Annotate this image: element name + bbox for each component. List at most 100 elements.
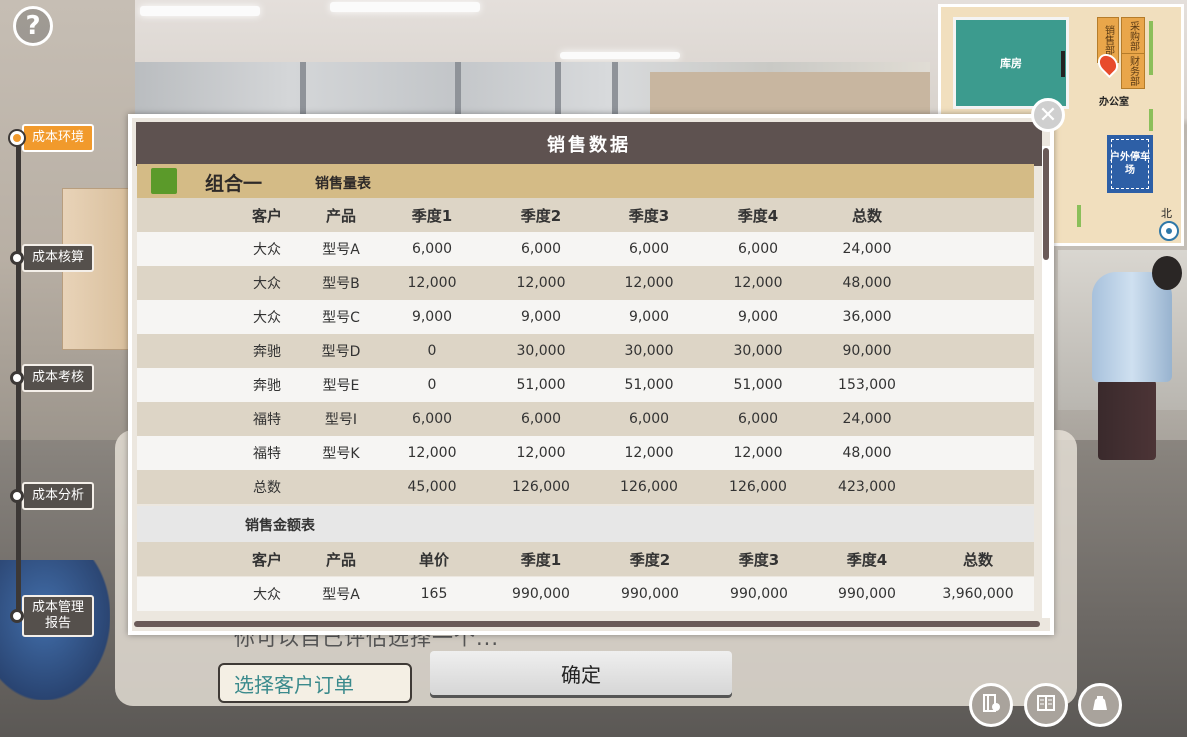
step-dot (10, 489, 24, 503)
table-cell: 24,000 (842, 411, 892, 427)
header-cell: 客户 (251, 206, 282, 225)
step-label: 成本考核 (22, 364, 95, 392)
step-dot (10, 609, 24, 623)
step-cost-report[interactable]: 成本管理 报告 (10, 595, 95, 637)
header-cell: 季度2 (520, 206, 562, 225)
step-cost-accounting[interactable]: 成本核算 (10, 244, 95, 272)
table-cell: 12,000 (733, 275, 783, 291)
volume-table-header: 客户 产品 季度1 季度2 季度3 季度4 总数 (137, 198, 1034, 232)
notebook-button[interactable] (969, 683, 1013, 727)
table-cell: 6,000 (628, 411, 670, 427)
header-cell: 季度4 (846, 550, 888, 569)
question-icon: ? (25, 11, 41, 41)
table-cell: 12,000 (516, 445, 566, 461)
header-cell: 季度3 (738, 550, 780, 569)
header-cell: 产品 (325, 550, 356, 569)
table-cell: 型号I (324, 412, 358, 428)
table-cell: 型号K (322, 446, 360, 462)
table-cell: 奔驰 (253, 344, 281, 360)
step-cost-assessment[interactable]: 成本考核 (10, 364, 95, 392)
table-cell: 126,000 (512, 479, 570, 495)
modal-content: 组合一 销售量表 客户 产品 季度1 季度2 季度3 季度4 总数 大众 型号A… (137, 164, 1034, 614)
table-row: 福特 型号K 12,000 12,000 12,000 12,000 48,00… (137, 436, 1034, 470)
minimap-wall (1149, 21, 1153, 75)
bag-button[interactable] (1078, 683, 1122, 727)
table-cell: 6,000 (411, 241, 453, 257)
table-cell: 奔驰 (253, 378, 281, 394)
group-color-swatch (151, 168, 177, 194)
table-cell: 90,000 (842, 343, 892, 359)
help-button[interactable]: ? (13, 6, 53, 46)
back-wall (650, 72, 930, 114)
table-cell: 9,000 (411, 309, 453, 325)
table-cell: 6,000 (628, 241, 670, 257)
table-cell: 6,000 (737, 241, 779, 257)
table-row: 大众 型号A 165 990,000 990,000 990,000 990,0… (137, 577, 1034, 611)
header-cell: 总数 (962, 550, 993, 569)
table-cell: 990,000 (838, 586, 896, 602)
horizontal-scrollbar[interactable] (134, 621, 1040, 627)
table-cell: 9,000 (520, 309, 562, 325)
table-row: 奔驰 型号E 0 51,000 51,000 51,000 153,000 (137, 368, 1034, 402)
table-cell: 6,000 (520, 411, 562, 427)
table-cell: 福特 (253, 446, 281, 462)
book-icon (1035, 692, 1057, 718)
step-label: 成本环境 (22, 124, 95, 152)
amount-table-header: 客户 产品 单价 季度1 季度2 季度3 季度4 总数 (137, 542, 1034, 576)
step-label-line1: 成本管理 (32, 600, 85, 615)
minimap-door (1061, 51, 1065, 77)
header-cell: 季度3 (628, 206, 670, 225)
window-post (300, 62, 306, 114)
minimap-finance-dept: 财务部 (1121, 53, 1145, 89)
table-cell: 165 (420, 586, 448, 602)
select-customer-order-button[interactable]: 选择客户订单 (218, 663, 412, 703)
table-cell: 12,000 (407, 275, 457, 291)
table-cell: 9,000 (628, 309, 670, 325)
header-cell: 产品 (325, 206, 356, 225)
table-row: 奔驰 型号D 0 30,000 30,000 30,000 90,000 (137, 334, 1034, 368)
step-label-line2: 报告 (45, 616, 72, 631)
table-cell: 3,960,000 (942, 586, 1014, 602)
step-dot (10, 251, 24, 265)
table-cell: 总数 (253, 480, 281, 496)
close-icon[interactable]: ✕ (1031, 98, 1065, 132)
table-cell: 福特 (253, 412, 281, 428)
step-cost-analysis[interactable]: 成本分析 (10, 482, 95, 510)
table-cell: 12,000 (624, 445, 674, 461)
table-cell: 大众 (253, 587, 281, 603)
table-cell: 51,000 (733, 377, 783, 393)
table-cell: 51,000 (624, 377, 674, 393)
table-cell: 48,000 (842, 445, 892, 461)
person-legs (1098, 380, 1156, 460)
header-cell: 季度2 (629, 550, 671, 569)
person-head (1152, 256, 1182, 290)
table-cell: 6,000 (520, 241, 562, 257)
step-dot (10, 371, 24, 385)
confirm-button[interactable]: 确定 (430, 651, 732, 695)
table-row: 大众 型号B 12,000 12,000 12,000 12,000 48,00… (137, 266, 1034, 300)
table-cell: 36,000 (842, 309, 892, 325)
table-cell: 大众 (253, 276, 281, 292)
window-post (555, 62, 561, 114)
table-cell: 126,000 (620, 479, 678, 495)
table-cell: 9,000 (737, 309, 779, 325)
table-cell: 型号B (322, 276, 360, 292)
table-cell: 12,000 (407, 445, 457, 461)
table-cell: 6,000 (737, 411, 779, 427)
scrollbar-thumb[interactable] (1043, 148, 1049, 260)
group-bar: 组合一 销售量表 (137, 164, 1034, 198)
table-total-row: 总数 45,000 126,000 126,000 126,000 423,00… (137, 470, 1034, 504)
minimap-office: 办公室 (1099, 97, 1129, 108)
step-cost-environment[interactable]: 成本环境 (10, 124, 95, 152)
minimap-wall (1077, 205, 1081, 227)
table-cell: 48,000 (842, 275, 892, 291)
header-cell: 单价 (418, 550, 449, 569)
step-label: 成本管理 报告 (22, 595, 95, 637)
table-cell: 126,000 (729, 479, 787, 495)
minimap-wall (1149, 109, 1153, 131)
minimap-parking: 户外停车场 (1107, 135, 1153, 193)
table-cell: 990,000 (730, 586, 788, 602)
book-button[interactable] (1024, 683, 1068, 727)
table-row: 福特 型号I 6,000 6,000 6,000 6,000 24,000 (137, 402, 1034, 436)
amount-table-title: 销售金额表 (245, 518, 315, 534)
